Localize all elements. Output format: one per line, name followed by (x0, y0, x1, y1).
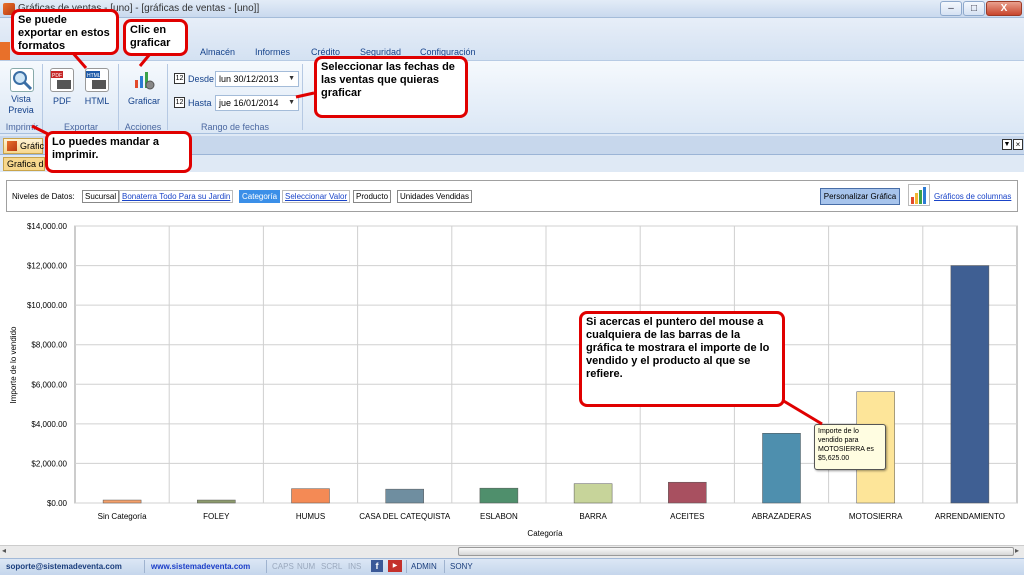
callout-exportar: Se puede exportar en estos formatos (11, 9, 119, 55)
callout-puntero: Si acercas el puntero del mouse a cualqu… (579, 311, 785, 407)
callout-pointers (31, 51, 823, 426)
callout-graficar: Clic en graficar (123, 19, 188, 56)
callout-fechas: Seleccionar las fechas de las ventas que… (314, 56, 468, 118)
callout-imprimir: Lo puedes mandar a imprimir. (45, 131, 192, 173)
